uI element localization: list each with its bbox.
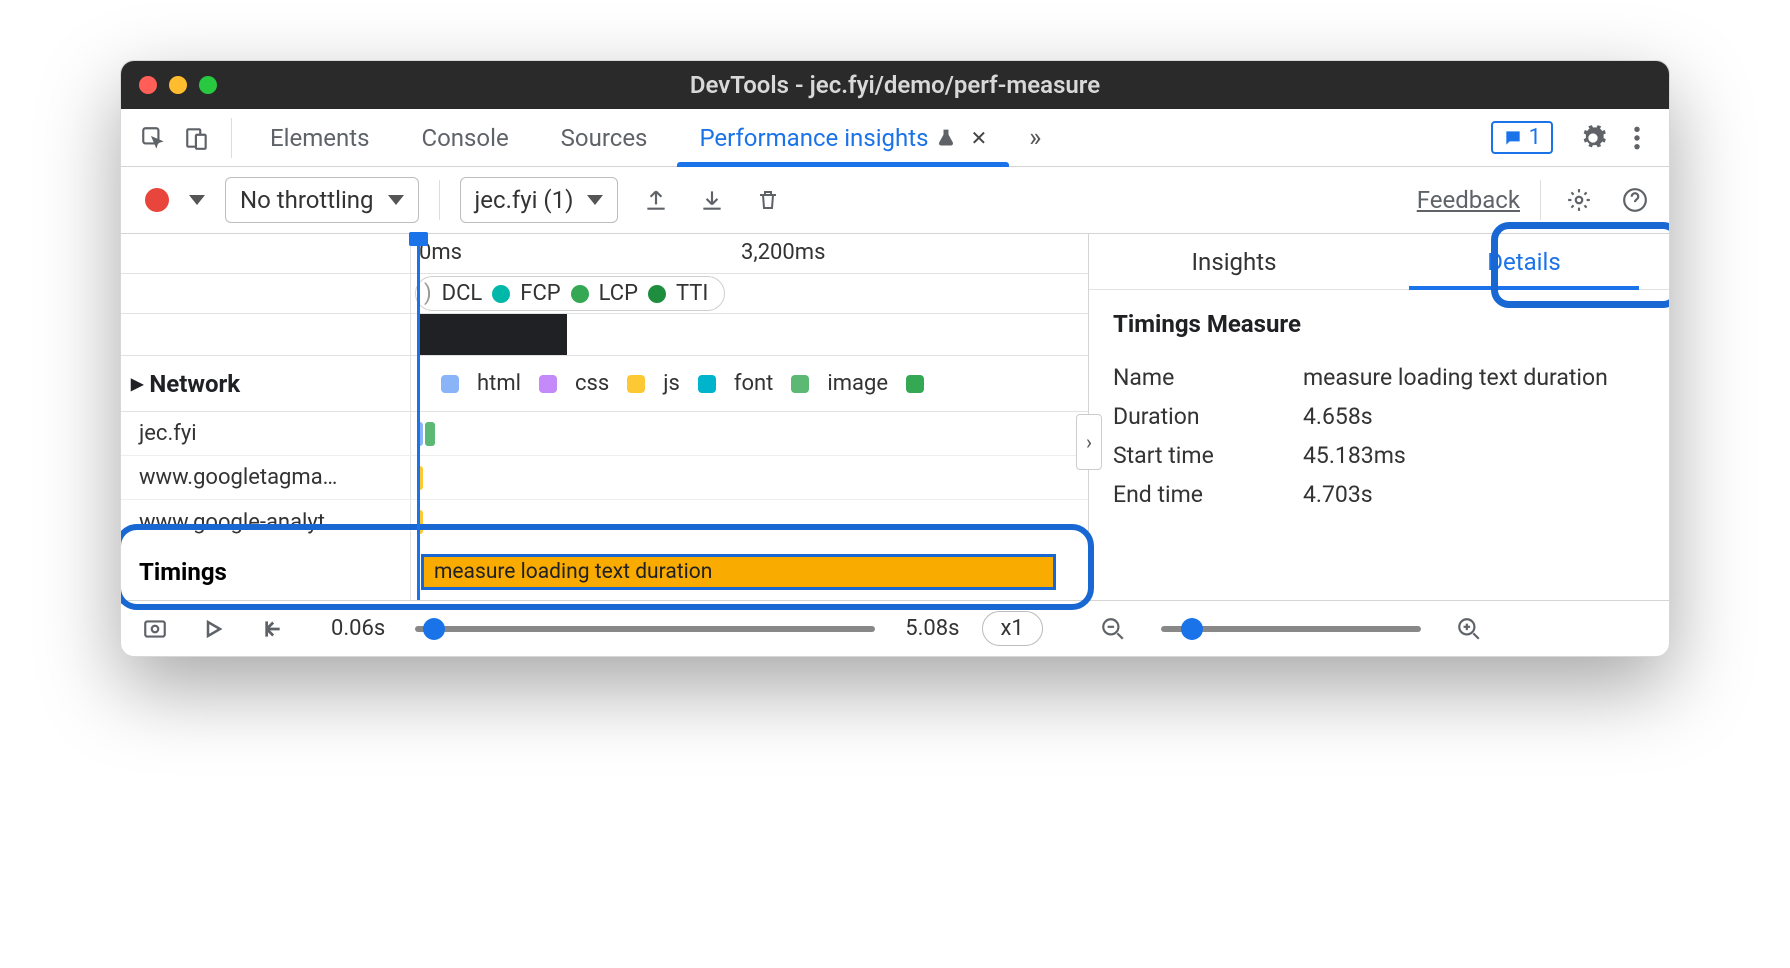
metrics-markers-row: ) DCL FCP LCP TTI xyxy=(121,274,1088,314)
detail-row-end: End time4.703s xyxy=(1089,475,1669,514)
playback-slider[interactable] xyxy=(415,626,875,632)
toggle-view-icon[interactable] xyxy=(137,611,173,647)
network-toggle[interactable]: ▶ Network xyxy=(121,356,411,411)
close-window-button[interactable] xyxy=(139,76,157,94)
tab-insights[interactable]: Insights xyxy=(1089,234,1379,289)
playback-footer: 0.06s 5.08s x1 xyxy=(121,600,1669,656)
settings-gear-icon[interactable] xyxy=(1575,120,1611,156)
network-row[interactable]: www.google-analyt… xyxy=(121,500,1088,544)
zoom-slider[interactable] xyxy=(1161,626,1421,632)
time-tick-label: 3,200ms xyxy=(741,240,825,265)
delete-icon[interactable] xyxy=(750,182,786,218)
performance-toolbar: No throttling jec.fyi (1) Feedback xyxy=(121,167,1669,234)
chevron-down-icon xyxy=(587,195,603,205)
details-title: Timings Measure xyxy=(1089,290,1669,358)
playback-speed[interactable]: x1 xyxy=(982,611,1043,646)
playback-end-time: 5.08s xyxy=(905,616,959,641)
record-button[interactable] xyxy=(145,188,169,212)
tab-console[interactable]: Console xyxy=(399,109,530,166)
filmstrip-row xyxy=(121,314,1088,356)
detail-row-start: Start time45.183ms xyxy=(1089,436,1669,475)
throttling-select[interactable]: No throttling xyxy=(225,177,419,223)
chat-icon xyxy=(1503,128,1523,148)
tab-details[interactable]: Details xyxy=(1379,234,1669,289)
experiment-flask-icon xyxy=(936,128,956,148)
tab-elements[interactable]: Elements xyxy=(248,109,391,166)
network-row[interactable]: www.googletagma… xyxy=(121,456,1088,500)
timings-label: Timings xyxy=(121,544,411,600)
more-tabs-icon[interactable]: » xyxy=(1017,120,1053,156)
panel-body: 0ms 3,200ms ) DCL FCP LCP TTI xyxy=(121,234,1669,600)
metrics-chipgroup[interactable]: ) DCL FCP LCP TTI xyxy=(415,276,725,311)
playhead-indicator[interactable] xyxy=(417,234,420,600)
window-titlebar: DevTools - jec.fyi/demo/perf-measure xyxy=(121,61,1669,109)
details-panel: Insights Details Timings Measure Namemea… xyxy=(1089,234,1669,600)
detail-row-duration: Duration4.658s xyxy=(1089,397,1669,436)
timeline-panel: 0ms 3,200ms ) DCL FCP LCP TTI xyxy=(121,234,1089,600)
download-icon[interactable] xyxy=(694,182,730,218)
close-tab-icon[interactable]: ✕ xyxy=(970,126,987,150)
help-icon[interactable] xyxy=(1617,182,1653,218)
right-panel-tabs: Insights Details xyxy=(1089,234,1669,290)
zoom-in-icon[interactable] xyxy=(1451,611,1487,647)
rewind-icon[interactable] xyxy=(253,611,289,647)
more-menu-icon[interactable] xyxy=(1619,120,1655,156)
network-legend: html css js font image xyxy=(411,371,1088,396)
network-section-header: ▶ Network html css js font image xyxy=(121,356,1088,412)
chevron-down-icon xyxy=(388,195,404,205)
playback-start-time: 0.06s xyxy=(331,616,385,641)
maximize-window-button[interactable] xyxy=(199,76,217,94)
detail-row-name: Namemeasure loading text duration xyxy=(1089,358,1669,397)
upload-icon[interactable] xyxy=(638,182,674,218)
zoom-out-icon[interactable] xyxy=(1095,611,1131,647)
filmstrip-frame[interactable] xyxy=(417,314,567,355)
feedback-link[interactable]: Feedback xyxy=(1417,186,1520,214)
network-row[interactable]: jec.fyi xyxy=(121,412,1088,456)
timings-track[interactable]: measure loading text duration xyxy=(411,544,1088,600)
time-ruler[interactable]: 0ms 3,200ms xyxy=(121,234,1088,274)
timing-measure-bar[interactable]: measure loading text duration xyxy=(421,554,1056,590)
panel-settings-icon[interactable] xyxy=(1561,182,1597,218)
inspect-element-icon[interactable] xyxy=(135,120,171,156)
device-toolbar-icon[interactable] xyxy=(179,120,215,156)
tab-sources[interactable]: Sources xyxy=(539,109,670,166)
recording-select[interactable]: jec.fyi (1) xyxy=(460,177,619,223)
messages-badge[interactable]: 1 xyxy=(1491,121,1553,154)
tab-performance-insights[interactable]: Performance insights ✕ xyxy=(677,109,1009,166)
minimize-window-button[interactable] xyxy=(169,76,187,94)
window-controls xyxy=(139,76,217,94)
devtools-main-tabs: Elements Console Sources Performance ins… xyxy=(121,109,1669,167)
play-icon[interactable] xyxy=(195,611,231,647)
devtools-window: DevTools - jec.fyi/demo/perf-measure Ele… xyxy=(120,60,1670,657)
record-dropdown-icon[interactable] xyxy=(189,195,205,205)
window-title: DevTools - jec.fyi/demo/perf-measure xyxy=(121,71,1669,99)
timings-section: Timings measure loading text duration xyxy=(121,544,1088,600)
